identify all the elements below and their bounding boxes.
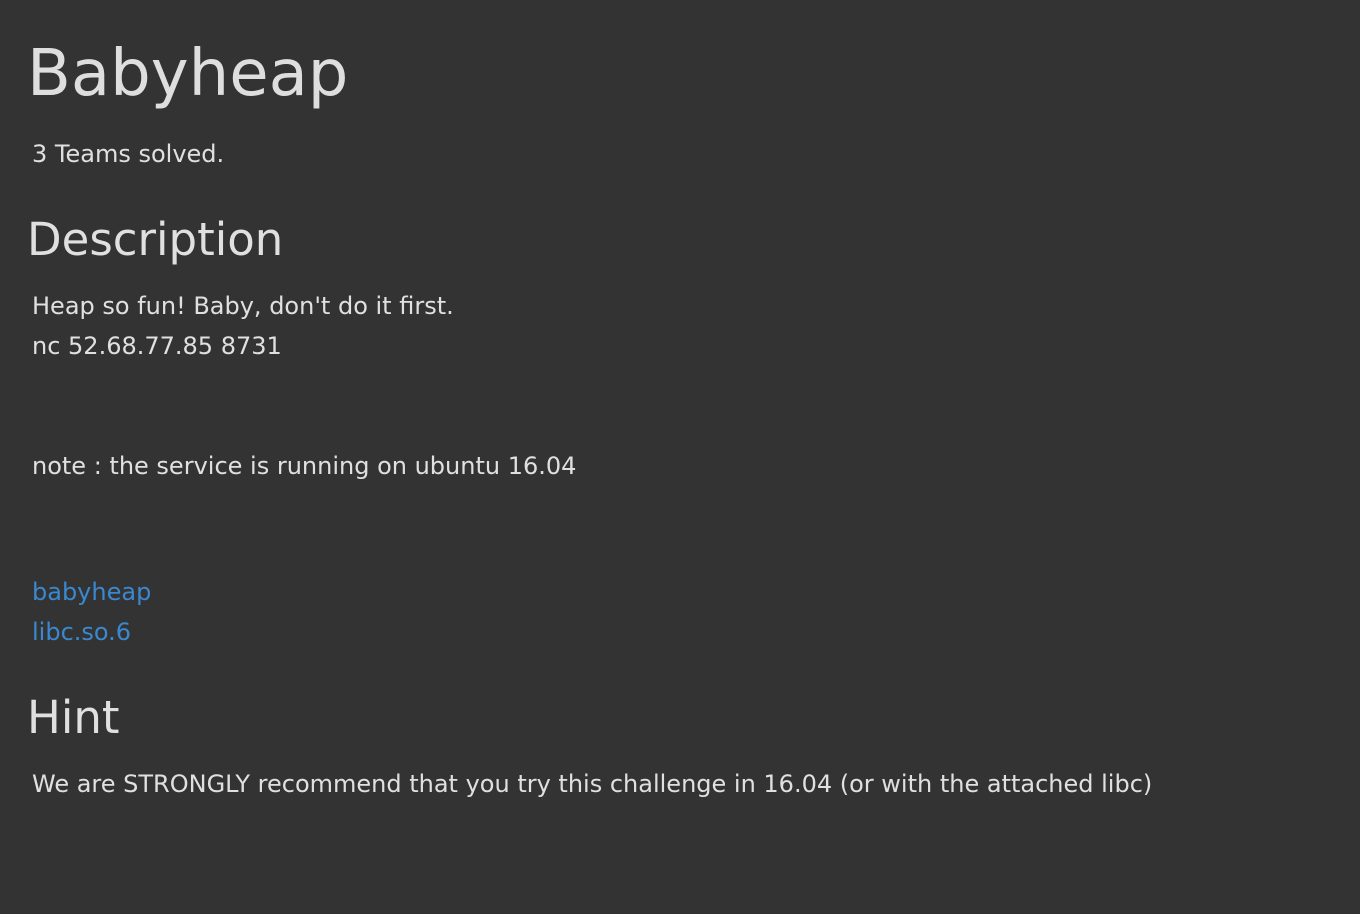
- description-heading: Description: [27, 213, 284, 266]
- file-link-babyheap[interactable]: babyheap: [32, 577, 151, 607]
- description-note: note : the service is running on ubuntu …: [32, 452, 577, 480]
- solved-count: 3 Teams solved.: [32, 140, 225, 168]
- hint-text: We are STRONGLY recommend that you try t…: [32, 770, 1153, 798]
- hint-heading: Hint: [27, 691, 120, 744]
- description-line: Heap so fun! Baby, don't do it first.: [32, 292, 454, 320]
- challenge-page: Babyheap 3 Teams solved. Description Hea…: [0, 0, 1360, 914]
- challenge-title: Babyheap: [27, 37, 349, 111]
- connection-command: nc 52.68.77.85 8731: [32, 332, 282, 360]
- file-link-libc[interactable]: libc.so.6: [32, 617, 131, 647]
